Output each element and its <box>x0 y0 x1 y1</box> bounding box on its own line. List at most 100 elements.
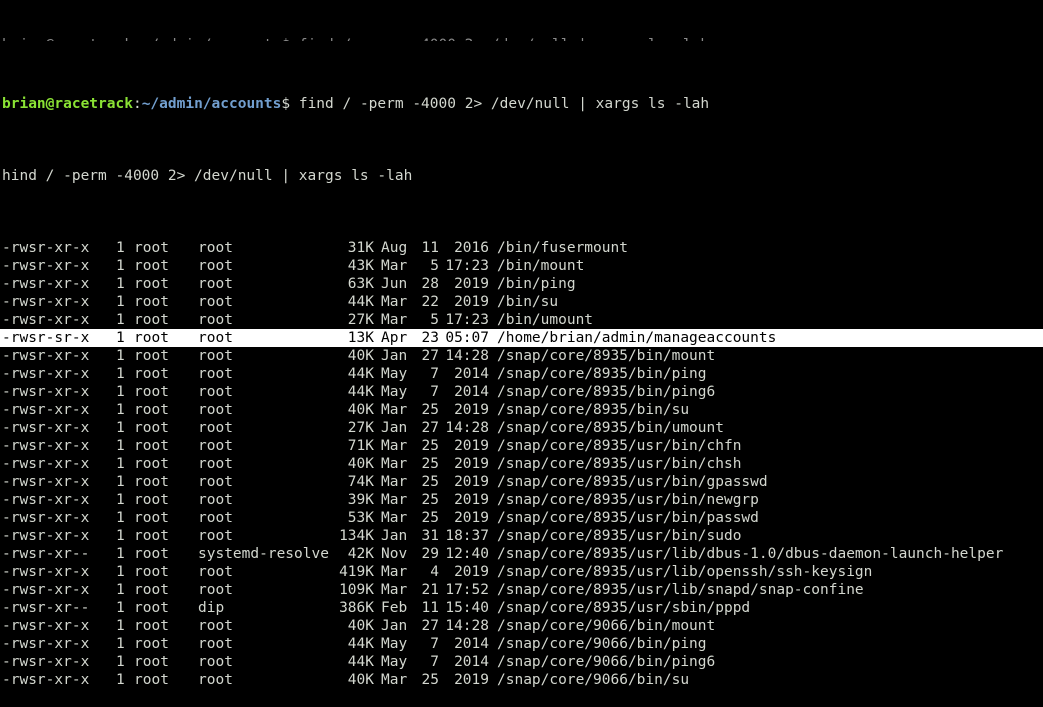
file-month: Mar <box>381 258 408 274</box>
prompt-symbol: $ <box>281 96 299 112</box>
file-row: -rwsr-xr-x 1 root root 71K Mar 25 2019/snap/cor… <box>2 437 1043 455</box>
file-size: 40K <box>347 348 374 364</box>
file-owner: root <box>134 564 169 580</box>
file-perm: -rwsr-xr-- <box>2 546 90 562</box>
file-group: root <box>198 384 233 400</box>
file-group: root <box>198 258 233 274</box>
file-links: 1 <box>116 366 125 382</box>
file-size: 44K <box>347 636 374 652</box>
file-links: 1 <box>116 312 125 328</box>
file-time: 05:07 <box>445 330 489 346</box>
file-day: 7 <box>430 366 439 382</box>
file-month: Mar <box>381 294 408 310</box>
file-time: 2019 <box>454 672 489 688</box>
file-row: -rwsr-xr-x 1 root root 43K Mar 5 17:23/bin/moun… <box>2 257 1043 275</box>
file-month: Feb <box>381 600 408 616</box>
file-size: 39K <box>347 492 374 508</box>
scrolled-partial-line: brian@racetrack:~/admin/accounts$ find /… <box>2 36 1043 41</box>
file-size: 44K <box>347 384 374 400</box>
file-perm: -rwsr-xr-x <box>2 240 90 256</box>
file-size: 40K <box>347 672 374 688</box>
file-size: 53K <box>347 510 374 526</box>
file-links: 1 <box>116 492 125 508</box>
file-perm: -rwsr-xr-x <box>2 402 90 418</box>
file-day: 25 <box>421 672 439 688</box>
file-perm: -rwsr-xr-x <box>2 474 90 490</box>
file-size: 42K <box>347 546 374 562</box>
file-month: Jun <box>381 276 408 292</box>
file-row: -rwsr-xr-- 1 root dip 386K Feb 11 15:40/snap/co… <box>2 599 1043 617</box>
ls-output-list: -rwsr-xr-x 1 root root 31K Aug 11 2016/bin/fuse… <box>0 239 1043 689</box>
file-perm: -rwsr-xr-x <box>2 366 90 382</box>
prompt-path: ~/admin/accounts <box>141 96 282 112</box>
file-size: 44K <box>347 654 374 670</box>
file-row: -rwsr-xr-x 1 root root 40K Jan 27 14:28/snap/co… <box>2 617 1043 635</box>
file-day: 25 <box>421 492 439 508</box>
file-links: 1 <box>116 258 125 274</box>
file-month: Jan <box>381 528 408 544</box>
file-path: /snap/core/8935/usr/bin/chsh <box>497 456 742 472</box>
file-group: root <box>198 438 233 454</box>
file-month: Jan <box>381 618 408 634</box>
file-row: -rwsr-xr-x 1 root root 39K Mar 25 2019/snap/cor… <box>2 491 1043 509</box>
file-time: 2016 <box>454 240 489 256</box>
file-group: root <box>198 348 233 364</box>
file-month: Jan <box>381 420 408 436</box>
file-time: 2014 <box>454 654 489 670</box>
file-path: /snap/core/9066/bin/ping6 <box>497 654 716 670</box>
file-month: Jan <box>381 348 408 364</box>
file-time: 2014 <box>454 636 489 652</box>
file-group: root <box>198 420 233 436</box>
file-links: 1 <box>116 294 125 310</box>
file-links: 1 <box>116 384 125 400</box>
file-group: root <box>198 582 233 598</box>
terminal-window[interactable]: brian@racetrack: ~/admin/accounts $ find /… <box>0 0 1043 688</box>
file-size: 31K <box>347 240 374 256</box>
file-row: -rwsr-xr-x 1 root root 40K Mar 25 2019/snap/cor… <box>2 455 1043 473</box>
shell-prompt-line: brian@racetrack: ~/admin/accounts $ find /… <box>2 95 1043 113</box>
file-perm: -rwsr-sr-x <box>2 330 90 346</box>
file-path: /home/brian/admin/manageaccounts <box>497 330 777 346</box>
file-perm: -rwsr-xr-x <box>2 492 90 508</box>
file-owner: root <box>134 618 169 634</box>
file-owner: root <box>134 456 169 472</box>
file-time: 2019 <box>454 474 489 490</box>
file-day: 27 <box>421 348 439 364</box>
file-group: root <box>198 618 233 634</box>
file-path: /bin/su <box>497 294 559 310</box>
file-owner: root <box>134 492 169 508</box>
file-path: /bin/mount <box>497 258 585 274</box>
file-time: 14:28 <box>445 348 489 364</box>
file-time: 2019 <box>454 294 489 310</box>
file-path: /bin/fusermount <box>497 240 628 256</box>
file-path: /snap/core/8935/bin/ping6 <box>497 384 716 400</box>
file-day: 25 <box>421 438 439 454</box>
file-size: 13K <box>347 330 374 346</box>
file-size: 419K <box>339 564 374 580</box>
file-path: /snap/core/8935/bin/su <box>497 402 690 418</box>
file-month: Mar <box>381 402 408 418</box>
file-perm: -rwsr-xr-x <box>2 636 90 652</box>
file-row: -rwsr-xr-x 1 root root 109K Mar 21 17:52/snap/c… <box>2 581 1043 599</box>
file-path: /snap/core/8935/usr/lib/snapd/snap-confi… <box>497 582 864 598</box>
file-path: /snap/core/8935/usr/bin/gpasswd <box>497 474 768 490</box>
file-month: May <box>381 654 408 670</box>
file-perm: -rwsr-xr-x <box>2 618 90 634</box>
file-row: -rwsr-xr-x 1 root root 31K Aug 11 2016/bin/fuse… <box>2 239 1043 257</box>
file-owner: root <box>134 474 169 490</box>
file-time: 17:23 <box>445 312 489 328</box>
file-owner: root <box>134 402 169 418</box>
file-perm: -rwsr-xr-x <box>2 294 90 310</box>
file-time: 17:23 <box>445 258 489 274</box>
file-links: 1 <box>116 564 125 580</box>
file-month: Mar <box>381 672 408 688</box>
file-links: 1 <box>116 600 125 616</box>
file-owner: root <box>134 366 169 382</box>
file-owner: root <box>134 294 169 310</box>
file-month: Mar <box>381 564 408 580</box>
file-links: 1 <box>116 636 125 652</box>
file-group: root <box>198 402 233 418</box>
file-links: 1 <box>116 330 125 346</box>
file-row: -rwsr-xr-x 1 root root 27K Jan 27 14:28/snap/co… <box>2 419 1043 437</box>
file-row: -rwsr-xr-x 1 root root 44K May 7 2014/snap/core… <box>2 635 1043 653</box>
